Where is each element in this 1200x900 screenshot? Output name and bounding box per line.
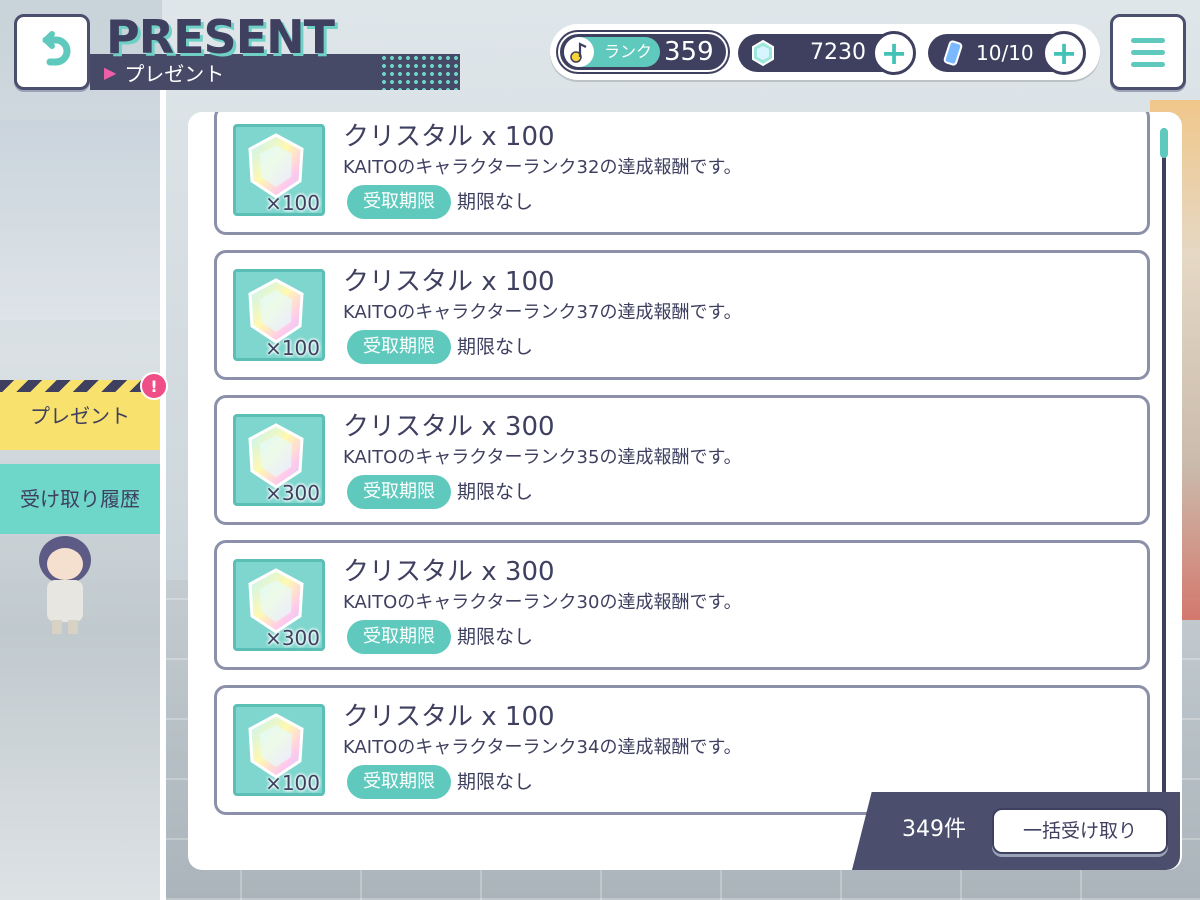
- hamburger-menu-icon: [1131, 37, 1165, 43]
- triangle-right-icon: ▶: [104, 63, 117, 82]
- scrollbar-thumb[interactable]: [1160, 128, 1168, 158]
- item-description: KAITOのキャラクターランク30の達成報酬です。: [343, 592, 742, 613]
- item-description: KAITOのキャラクターランク37の達成報酬です。: [343, 302, 742, 323]
- crystal-icon: ×100: [233, 704, 325, 796]
- back-arrow-icon: [42, 31, 71, 66]
- crystal-icon: [752, 39, 774, 67]
- divider-line: [160, 90, 166, 900]
- present-item[interactable]: ×100 クリスタル x 100 KAITOのキャラクターランク37の達成報酬で…: [214, 250, 1150, 380]
- item-quantity: ×300: [265, 626, 320, 650]
- item-name: クリスタル x 100: [343, 267, 555, 297]
- item-description: KAITOのキャラクターランク32の達成報酬です。: [343, 157, 742, 178]
- energy-bottle-icon: [943, 40, 963, 66]
- plus-icon: +: [880, 34, 908, 72]
- rank-value: 359: [664, 37, 714, 67]
- present-item[interactable]: ×300 クリスタル x 300 KAITOのキャラクターランク30の達成報酬で…: [214, 540, 1150, 670]
- present-count: 349件: [902, 817, 966, 842]
- item-quantity: ×100: [265, 191, 320, 215]
- back-button-inner: [22, 22, 82, 82]
- item-description: KAITOのキャラクターランク34の達成報酬です。: [343, 737, 742, 758]
- deadline-tag: 受取期限: [347, 765, 451, 799]
- deadline-tag: 受取期限: [347, 475, 451, 509]
- item-name: クリスタル x 300: [343, 557, 555, 587]
- add-energy-button[interactable]: +: [1042, 31, 1086, 75]
- present-item[interactable]: ×300 クリスタル x 300 KAITOのキャラクターランク35の達成報酬で…: [214, 395, 1150, 525]
- present-list: ×100 クリスタル x 100 KAITOのキャラクターランク32の達成報酬で…: [214, 112, 1150, 830]
- item-description: KAITOのキャラクターランク35の達成報酬です。: [343, 447, 742, 468]
- crystal-icon: ×300: [233, 414, 325, 506]
- present-item[interactable]: ×100 クリスタル x 100 KAITOのキャラクターランク32の達成報酬で…: [214, 112, 1150, 235]
- present-list-panel[interactable]: ×100 クリスタル x 100 KAITOのキャラクターランク32の達成報酬で…: [188, 112, 1182, 870]
- crystal-icon: ×100: [233, 269, 325, 361]
- tab-present-label: プレゼント: [30, 404, 130, 428]
- title-bar-dots: [380, 54, 460, 90]
- item-name: クリスタル x 100: [343, 702, 555, 732]
- crystal-icon: ×100: [233, 124, 325, 216]
- item-quantity: ×100: [265, 336, 320, 360]
- page-subtitle: ▶ プレゼント: [104, 58, 224, 87]
- rank-display: ランク 359: [558, 32, 728, 72]
- crystal-icon: ×300: [233, 559, 325, 651]
- add-crystal-button[interactable]: +: [872, 31, 916, 75]
- music-note-icon: [564, 37, 594, 67]
- notification-badge: !: [140, 372, 168, 400]
- back-button[interactable]: [14, 14, 90, 90]
- receive-all-button[interactable]: 一括受け取り: [992, 808, 1168, 854]
- deadline-value: 期限なし: [457, 481, 534, 503]
- item-name: クリスタル x 300: [343, 412, 555, 442]
- deadline-tag: 受取期限: [347, 620, 451, 654]
- page-title-ja: プレゼント: [124, 62, 225, 86]
- deadline-value: 期限なし: [457, 191, 534, 213]
- energy-value: 10/10: [976, 41, 1034, 65]
- scrollbar-track[interactable]: [1162, 128, 1166, 818]
- deadline-value: 期限なし: [457, 771, 534, 793]
- deadline-tag: 受取期限: [347, 330, 451, 364]
- tab-receive-history[interactable]: 受け取り履歴: [0, 464, 160, 534]
- deadline-tag: 受取期限: [347, 185, 451, 219]
- item-quantity: ×100: [265, 771, 320, 795]
- tab-stripe: [0, 380, 160, 392]
- item-quantity: ×300: [265, 481, 320, 505]
- menu-button[interactable]: [1110, 14, 1186, 90]
- tab-present[interactable]: プレゼント: [0, 380, 160, 450]
- crystal-value: 7230: [810, 40, 866, 65]
- tab-history-label: 受け取り履歴: [20, 487, 140, 511]
- page-title-en: PRESENT: [106, 10, 335, 64]
- deadline-value: 期限なし: [457, 336, 534, 358]
- deadline-value: 期限なし: [457, 626, 534, 648]
- background-left-scenery: [0, 0, 162, 900]
- plus-icon: +: [1050, 34, 1078, 72]
- item-name: クリスタル x 100: [343, 122, 555, 152]
- character-avatar: [39, 536, 91, 634]
